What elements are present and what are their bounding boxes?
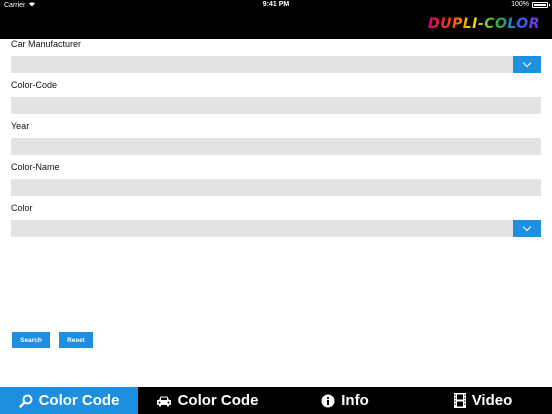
year-input[interactable]	[11, 138, 541, 155]
tab-color-code-search[interactable]: Color Code	[0, 387, 138, 414]
search-icon	[18, 394, 33, 408]
tab-color-code-car[interactable]: Color Code	[138, 387, 276, 414]
app-header: DUPLI-COLOR	[0, 11, 552, 39]
tab-video[interactable]: Video	[414, 387, 552, 414]
color-select[interactable]	[11, 220, 541, 237]
info-icon	[321, 394, 335, 408]
color-dropdown-button[interactable]	[513, 220, 541, 237]
color-name-input[interactable]	[11, 179, 541, 196]
chevron-down-icon	[522, 222, 532, 232]
tab-label: Color Code	[38, 392, 120, 409]
color-code-input[interactable]	[11, 97, 541, 114]
tab-label: Info	[341, 392, 369, 409]
car-manufacturer-label: Car Manufacturer	[11, 39, 82, 49]
status-time: 9:41 PM	[262, 1, 290, 8]
year-label: Year	[11, 121, 30, 131]
tab-label: Video	[471, 392, 513, 409]
search-button[interactable]: Search	[12, 332, 50, 348]
tab-info[interactable]: Info	[276, 387, 414, 414]
dupli-color-logo: DUPLI-COLOR	[428, 16, 540, 32]
color-name-label: Color-Name	[11, 162, 60, 172]
battery-icon	[532, 1, 550, 8]
chevron-down-icon	[522, 58, 532, 68]
search-form: Car Manufacturer Color-Code Year Color-N…	[11, 39, 541, 237]
car-icon	[156, 395, 172, 407]
reset-button[interactable]: Reset	[59, 332, 93, 348]
tab-label: Color Code	[177, 392, 259, 409]
color-label: Color	[11, 203, 33, 213]
status-bar: Carrier 9:41 PM 100%	[0, 0, 552, 11]
film-icon	[453, 393, 466, 408]
battery-status: 100%	[511, 1, 550, 8]
car-manufacturer-dropdown-button[interactable]	[513, 56, 541, 73]
bottom-tab-bar: Color Code Color Code Info Video	[0, 387, 552, 414]
battery-percentage: 100%	[511, 1, 529, 8]
color-code-label: Color-Code	[11, 80, 58, 90]
form-actions: Search Reset	[12, 332, 93, 348]
car-manufacturer-select[interactable]	[11, 56, 541, 73]
